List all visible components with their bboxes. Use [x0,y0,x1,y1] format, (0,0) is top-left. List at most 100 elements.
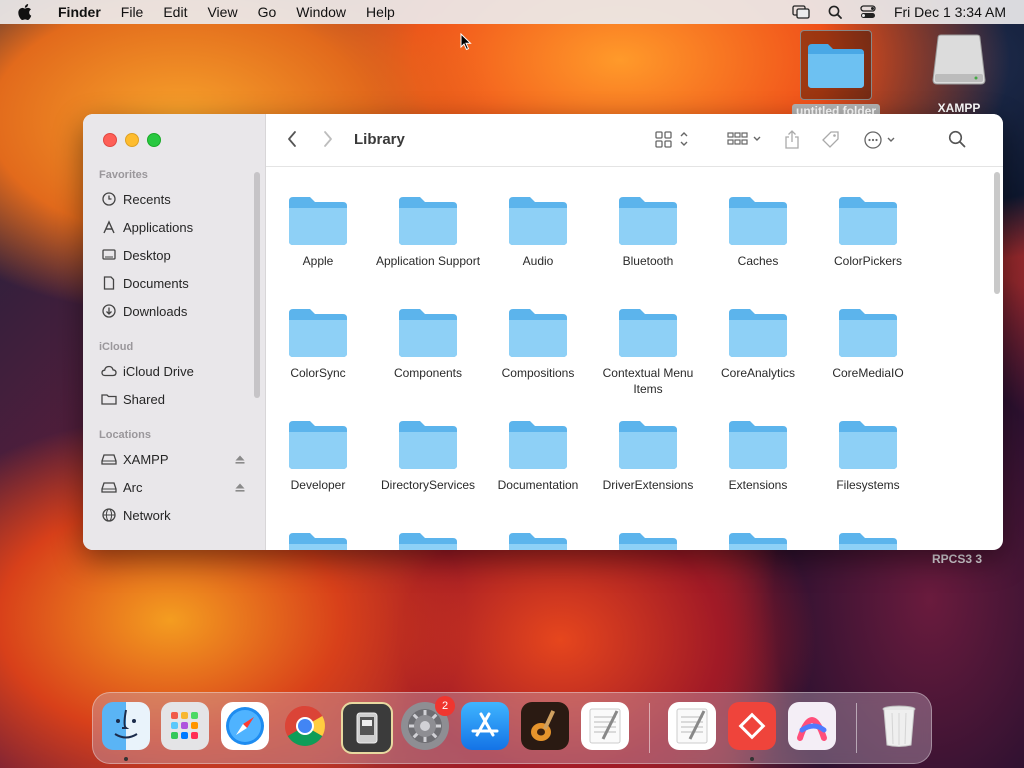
dock-system-settings[interactable]: 2 [401,696,455,750]
close-window-button[interactable] [103,133,117,147]
spotlight-search-icon[interactable] [828,5,842,19]
folder-item[interactable]: Extensions [703,405,813,493]
folder-item[interactable] [813,517,923,550]
more-actions-button[interactable] [863,130,899,150]
dock-arc[interactable] [788,702,836,750]
folder-name: ColorSync [290,366,346,380]
folder-icon [813,181,923,247]
menu-edit[interactable]: Edit [163,4,187,20]
folder-item[interactable]: CoreAnalytics [703,293,813,381]
dock-anydesk[interactable] [728,702,776,750]
folder-item[interactable]: Application Support [373,181,483,269]
eject-icon[interactable] [235,483,245,492]
folder-item[interactable] [263,517,373,550]
folder-icon [813,517,923,550]
file-grid: Apple Application Support Audio Bluetooth Ca… [266,167,1003,550]
drive-icon [101,451,117,467]
sidebar-item-label: Arc [123,479,143,495]
menu-view[interactable]: View [207,4,237,20]
tag-button[interactable] [821,130,841,150]
sidebar-item-applications[interactable]: Applications [101,216,251,238]
group-button[interactable] [726,130,764,148]
sidebar-item-shared[interactable]: Shared [101,388,251,410]
desktop-xampp-drive[interactable]: XAMPP [920,32,998,115]
menu-go[interactable]: Go [258,4,277,20]
dock-textedit[interactable] [581,702,629,750]
folder-item[interactable]: ColorPickers [813,181,923,269]
folder-icon [593,517,703,550]
dock-simulator[interactable] [341,702,393,754]
desktop-untitled-folder[interactable]: untitled folder [790,30,882,118]
share-button[interactable] [783,130,801,150]
dock-textedit-document[interactable] [668,702,716,750]
textedit-icon [589,708,621,744]
shared-folder-icon [101,391,117,407]
menu-help[interactable]: Help [366,4,395,20]
folder-item[interactable]: Contextual Menu Items [593,293,703,397]
menu-window[interactable]: Window [296,4,346,20]
folder-icon [808,44,864,88]
folder-name: DirectoryServices [380,478,476,492]
folder-name: CoreMediaIO [832,366,904,380]
folder-name: Apple [302,254,334,268]
cloud-icon [101,363,117,379]
folder-item[interactable]: Components [373,293,483,381]
dock-app-store[interactable] [461,702,509,750]
folder-item[interactable] [703,517,813,550]
search-icon [948,130,966,148]
sidebar-item-arc[interactable]: Arc [101,476,251,498]
dock-finder[interactable] [102,702,150,750]
finder-window: Favorites Recents Applications Desktop D… [83,114,1003,550]
desktop-rpcs-label[interactable]: RPCS3 3 [932,552,982,566]
sidebar-item-label: XAMPP [123,451,169,467]
minimize-window-button[interactable] [125,133,139,147]
finder-face-icon [114,709,138,739]
sidebar-item-xampp[interactable]: XAMPP [101,448,251,470]
folder-item[interactable] [373,517,483,550]
search-button[interactable] [948,130,966,148]
chrome-icon [285,706,325,746]
content-scrollbar[interactable] [994,172,1000,294]
sidebar-item-icloud-drive[interactable]: iCloud Drive [101,360,251,382]
folder-item[interactable]: Caches [703,181,813,269]
control-center-icon[interactable] [860,5,876,19]
folder-item[interactable]: Documentation [483,405,593,493]
screen-mirroring-icon[interactable] [792,5,810,19]
sidebar-item-documents[interactable]: Documents [101,272,251,294]
dock-safari[interactable] [221,702,269,750]
eject-icon[interactable] [235,455,245,464]
sidebar-item-desktop[interactable]: Desktop [101,244,251,266]
finder-toolbar: Library [266,114,1003,167]
forward-button[interactable] [322,130,334,148]
back-button[interactable] [286,130,298,148]
menu-app-finder[interactable]: Finder [58,4,101,20]
folder-item[interactable]: ColorSync [263,293,373,381]
menu-file[interactable]: File [121,4,144,20]
folder-item[interactable]: Compositions [483,293,593,381]
apple-menu-icon[interactable] [18,4,34,20]
view-mode-button[interactable] [654,130,692,148]
menu-clock[interactable]: Fri Dec 1 3:34 AM [894,4,1006,20]
folder-item[interactable]: Developer [263,405,373,493]
dock-trash[interactable] [875,702,923,750]
folder-item[interactable]: Apple [263,181,373,269]
folder-name: Application Support [375,254,481,268]
sidebar-scrollbar[interactable] [254,172,260,398]
folder-item[interactable]: Bluetooth [593,181,703,269]
ellipsis-circle-icon [864,131,895,149]
folder-item[interactable]: DriverExtensions [593,405,703,493]
dock-chrome[interactable] [281,702,329,750]
dock-garageband[interactable] [521,702,569,750]
sidebar-item-downloads[interactable]: Downloads [101,300,251,322]
folder-item[interactable]: Filesystems [813,405,923,493]
folder-item[interactable]: DirectoryServices [373,405,483,493]
folder-item[interactable] [593,517,703,550]
sidebar-item-recents[interactable]: Recents [101,188,251,210]
folder-item[interactable]: CoreMediaIO [813,293,923,381]
chevron-right-icon [324,131,332,147]
zoom-window-button[interactable] [147,133,161,147]
dock-launchpad[interactable] [161,702,209,750]
sidebar-item-network[interactable]: Network [101,504,251,526]
folder-item[interactable]: Audio [483,181,593,269]
folder-item[interactable] [483,517,593,550]
